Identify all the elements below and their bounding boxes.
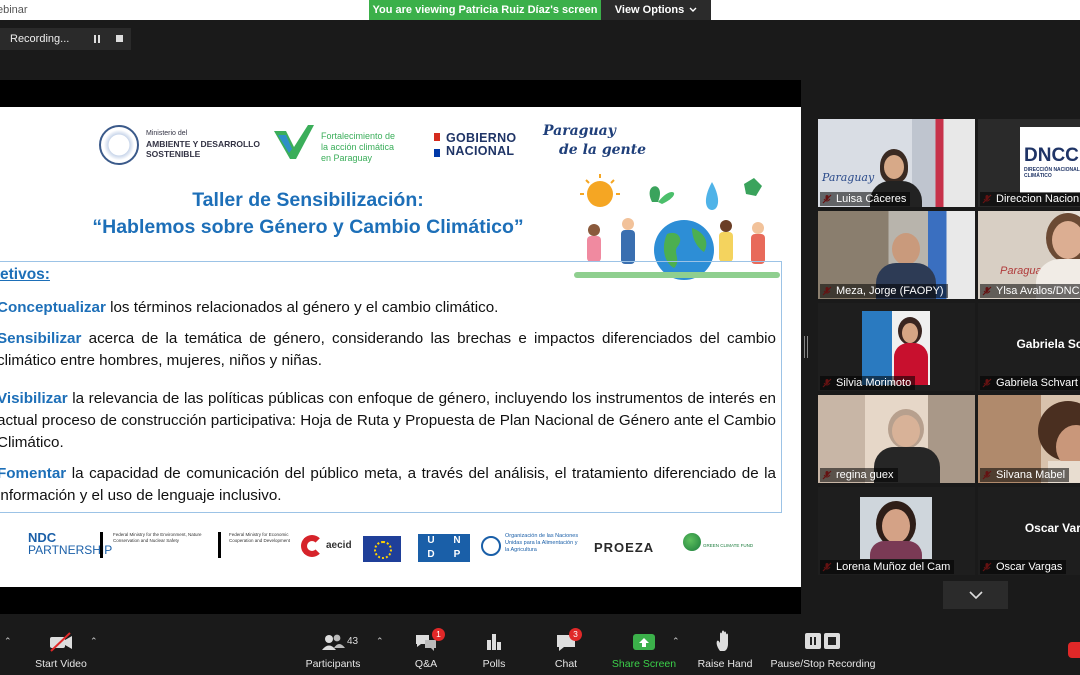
title-bar: ebinar You are viewing Patricia Ruiz Día… <box>0 0 1080 20</box>
objective-item: Fomentar la capacidad de comunicación de… <box>0 465 776 504</box>
audio-options-caret-icon[interactable]: ⌃ <box>4 636 12 647</box>
share-screen-icon <box>633 634 655 650</box>
pause-stop-recording-button[interactable]: Pause/Stop Recording <box>770 630 876 670</box>
participant-name-placeholder: Oscar Varg <box>1024 521 1080 535</box>
gobierno-nacional-logo: GOBIERNO NACIONAL <box>446 131 517 158</box>
objectives-heading: etivos: <box>0 266 50 283</box>
participant-tile-active-speaker[interactable]: Paraguay Ylsa Avalos/DNCC/ <box>978 211 1080 299</box>
participant-name: regina guex <box>820 468 898 482</box>
participants-count: 43 <box>347 636 359 647</box>
bmu-logo: Federal Ministry for the Environment, Na… <box>100 532 210 558</box>
pause-stop-recording-label: Pause/Stop Recording <box>770 658 876 670</box>
viewing-screen-banner: You are viewing Patricia Ruiz Díaz's scr… <box>369 0 601 20</box>
recording-label: Recording... <box>10 33 70 45</box>
objective-item: Visibilizar la relevancia de las polític… <box>0 390 776 451</box>
raise-hand-icon <box>716 630 728 651</box>
fortalecimiento-logo: Fortalecimiento de la acción climática e… <box>321 131 396 163</box>
participant-name: Lorena Muñoz del Cam <box>820 560 955 574</box>
participant-tile[interactable]: regina guex <box>818 395 975 483</box>
share-screen-button[interactable]: Share Screen <box>610 630 678 670</box>
polls-label: Polls <box>482 658 506 670</box>
pause-recording-icon[interactable] <box>94 35 100 43</box>
stop-recording-icon[interactable] <box>116 35 123 42</box>
participant-name: Direccion Nacion <box>980 192 1080 206</box>
chat-label: Chat <box>554 658 578 670</box>
recording-indicator: Recording... <box>0 28 131 50</box>
polls-icon <box>487 634 501 650</box>
zoom-webinar-window: ebinar You are viewing Patricia Ruiz Día… <box>0 0 1080 675</box>
participant-tile[interactable]: Paraguay Luisa Cáceres <box>818 119 975 207</box>
slide-title: Taller de Sensibilización: “Hablemos sob… <box>92 189 524 238</box>
participant-name: Silvia Morimoto <box>820 376 916 390</box>
start-video-button[interactable]: Start Video <box>32 630 90 670</box>
participants-options-caret-icon[interactable]: ⌃ <box>376 636 384 647</box>
ministry-logo: Ministerio del AMBIENTE Y DESARROLLO SOS… <box>146 130 260 159</box>
qa-label: Q&A <box>414 658 438 670</box>
raise-hand-label: Raise Hand <box>697 658 753 670</box>
participant-name: Luisa Cáceres <box>820 192 911 206</box>
gcf-logo: GREEN CLIMATE FUND <box>703 543 754 548</box>
chat-button[interactable]: Chat 3 <box>548 628 584 670</box>
participant-tile[interactable]: Gabriela Schv Gabriela Schvart <box>978 303 1080 391</box>
participants-icon <box>322 634 345 650</box>
flag-stripe-logo <box>434 133 440 157</box>
view-options-label: View Options <box>614 4 685 16</box>
proeza-logo: PROEZA <box>594 540 655 555</box>
check-leaf-logo <box>274 125 314 159</box>
raise-hand-button[interactable]: Raise Hand <box>696 630 754 670</box>
bmz-logo: Federal Ministry for Economic Cooperatio… <box>218 532 293 558</box>
view-options-button[interactable]: View Options <box>601 0 711 20</box>
start-video-label: Start Video <box>35 658 87 670</box>
share-screen-label: Share Screen <box>611 658 677 670</box>
sponsor-logos: NDC PARTNERSHIP Federal Ministry for the … <box>0 527 801 567</box>
participant-name-placeholder: Gabriela Schv <box>1016 337 1080 351</box>
participant-tile[interactable]: Lorena Muñoz del Cam <box>818 487 975 575</box>
chevron-down-icon <box>968 591 983 599</box>
meeting-toolbar: ⌃ Start Video ⌃ Participants 43 ⌃ Q&A 1 … <box>0 620 1080 675</box>
fao-logo: Organización de las Naciones Unidas para… <box>505 533 579 553</box>
participant-name: Meza, Jorge (FAOPY) <box>820 284 948 298</box>
video-options-caret-icon[interactable]: ⌃ <box>90 636 98 647</box>
eu-flag-logo <box>363 536 401 562</box>
participant-name: Gabriela Schvart <box>980 376 1080 390</box>
pause-stop-recording-icon <box>805 633 840 649</box>
panel-resize-handle[interactable] <box>804 336 808 358</box>
participant-name: Oscar Vargas <box>980 560 1067 574</box>
participant-tile[interactable]: Meza, Jorge (FAOPY) <box>818 211 975 299</box>
polls-button[interactable]: Polls <box>476 630 512 670</box>
chevron-down-icon <box>689 7 697 12</box>
aecid-mark <box>301 535 323 557</box>
national-seal-logo <box>99 125 139 165</box>
qa-badge: 1 <box>432 628 445 641</box>
participant-name: Silvana Mabel <box>980 468 1070 482</box>
gcf-emblem <box>683 533 701 551</box>
shared-screen: Ministerio del AMBIENTE Y DESARROLLO SOS… <box>0 80 801 614</box>
paraguay-de-la-gente-logo: Paraguay de la gente <box>543 123 647 158</box>
dncc-logo-subtext: DIRECCIÓN NACIONAL DE CAMBIO CLIMÁTICO <box>1024 167 1080 179</box>
participant-tile[interactable]: Oscar Varg Oscar Vargas <box>978 487 1080 575</box>
participant-name: Ylsa Avalos/DNCC/ <box>980 284 1080 298</box>
participant-tile[interactable]: Silvana Mabel <box>978 395 1080 483</box>
participant-tile[interactable]: DNCC DIRECCIÓN NACIONAL DE CAMBIO CLIMÁT… <box>978 119 1080 207</box>
gallery-next-page-button[interactable] <box>943 581 1008 609</box>
window-title: ebinar <box>0 4 28 16</box>
leave-button-partial[interactable] <box>1068 642 1080 658</box>
participant-tile[interactable]: Silvia Morimoto <box>818 303 975 391</box>
dncc-logo-text: DNCC <box>1024 145 1079 166</box>
video-off-icon <box>50 632 72 652</box>
chat-badge: 3 <box>569 628 582 641</box>
participants-label: Participants <box>305 658 361 670</box>
share-options-caret-icon[interactable]: ⌃ <box>672 636 680 647</box>
objective-item: Conceptualizar los términos relacionados… <box>0 299 499 316</box>
qa-button[interactable]: Q&A 1 <box>406 628 446 670</box>
objective-item: Sensibilizar acerca de la temática de gé… <box>0 330 776 369</box>
presentation-slide: Ministerio del AMBIENTE Y DESARROLLO SOS… <box>0 107 801 587</box>
backdrop-text: Paraguay <box>822 171 875 184</box>
aecid-logo: aecid <box>326 540 352 551</box>
undp-logo: UNDP <box>418 534 470 562</box>
